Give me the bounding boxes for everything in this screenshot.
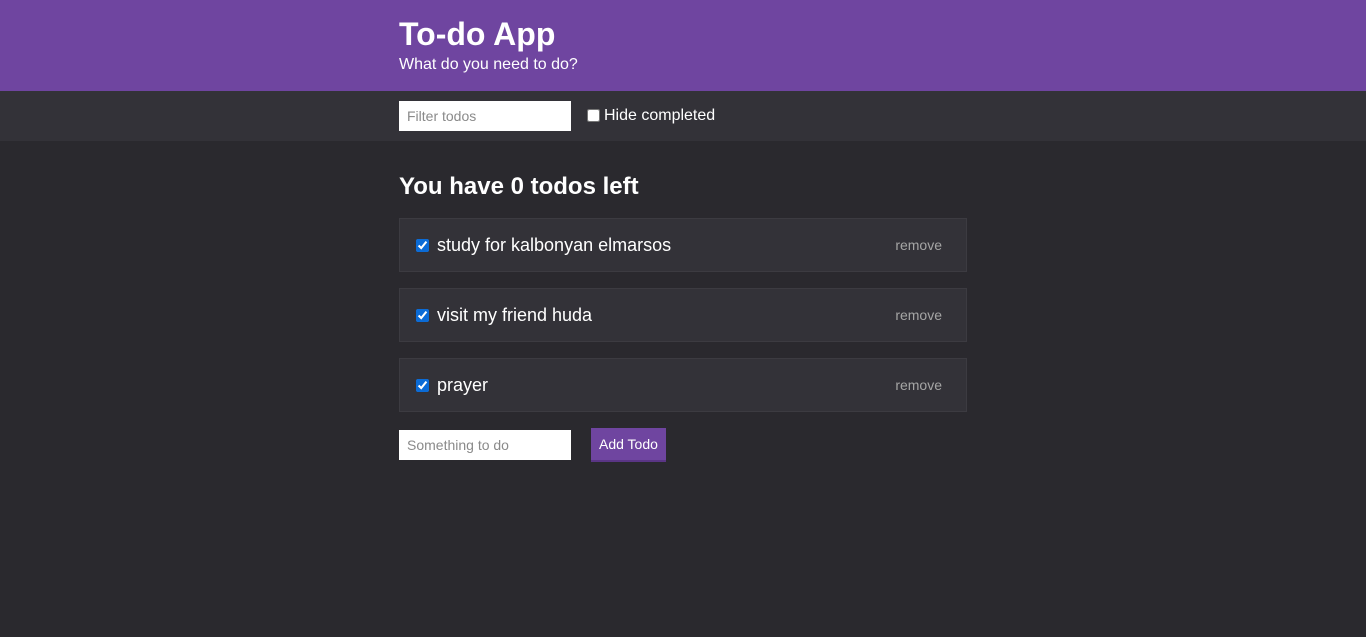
new-todo-input[interactable]: [399, 430, 571, 460]
hide-completed-label: Hide completed: [604, 107, 716, 124]
todo-item: study for kalbonyan elmarsos remove: [399, 218, 967, 272]
filter-container: Hide completed: [399, 91, 967, 141]
filter-input[interactable]: [399, 101, 571, 131]
todos-summary: You have 0 todos left: [399, 173, 639, 200]
todo-item: prayer remove: [399, 358, 967, 412]
remove-todo-button[interactable]: remove: [895, 377, 942, 393]
todo-checkbox[interactable]: [416, 238, 429, 252]
todo-text: prayer: [437, 374, 489, 395]
todo-checkbox[interactable]: [416, 308, 429, 322]
add-todo-form: Add Todo: [399, 428, 967, 462]
todo-item: visit my friend huda remove: [399, 288, 967, 342]
filter-bar: Hide completed: [0, 91, 1366, 141]
todo-text: visit my friend huda: [437, 304, 593, 325]
main-content: You have 0 todos left study for kalbonya…: [0, 141, 1366, 462]
main-container: You have 0 todos left study for kalbonya…: [399, 141, 967, 462]
todo-checkbox[interactable]: [416, 378, 429, 392]
app-subtitle: What do you need to do?: [399, 56, 578, 73]
remove-todo-button[interactable]: remove: [895, 307, 942, 323]
app-title: To-do App: [399, 16, 556, 52]
app-header: To-do App What do you need to do?: [0, 0, 1366, 91]
todo-text: study for kalbonyan elmarsos: [437, 234, 672, 255]
remove-todo-button[interactable]: remove: [895, 237, 942, 253]
hide-completed-toggle[interactable]: Hide completed: [587, 107, 715, 125]
hide-completed-checkbox[interactable]: [587, 108, 600, 122]
add-todo-button[interactable]: Add Todo: [591, 428, 666, 462]
todo-list: study for kalbonyan elmarsos remove visi…: [399, 218, 967, 412]
header-container: To-do App What do you need to do?: [399, 0, 967, 75]
